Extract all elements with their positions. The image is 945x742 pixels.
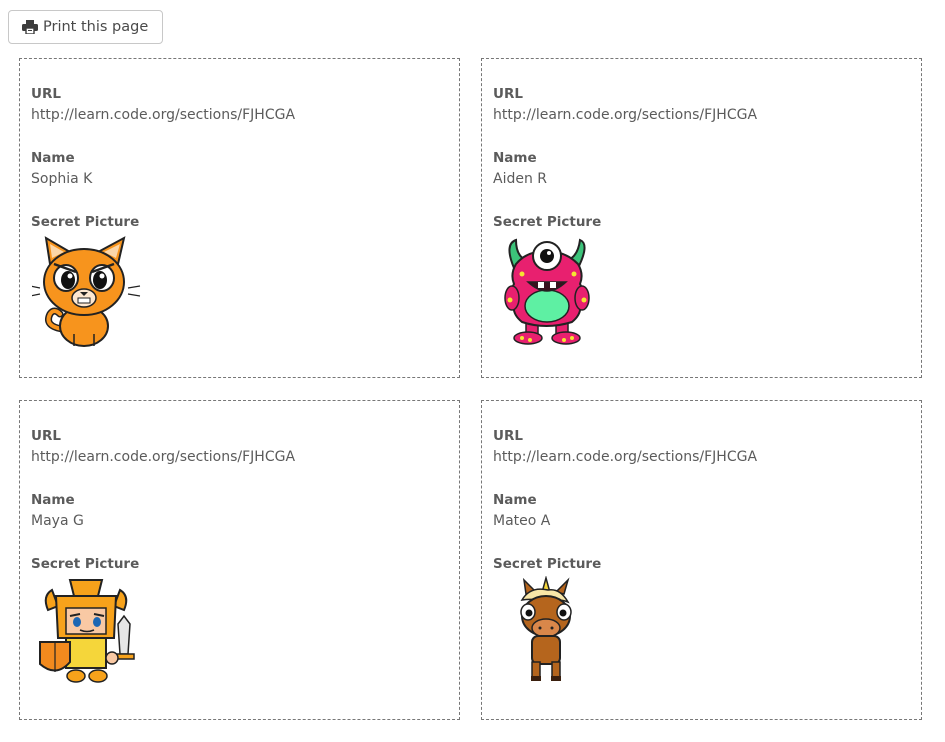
name-value: Aiden R (493, 171, 548, 187)
name-value: Mateo A (493, 513, 551, 529)
student-card: URL http://learn.code.org/sections/FJHCG… (481, 400, 922, 720)
name-label: Name (31, 492, 75, 508)
url-value: http://learn.code.org/sections/FJHCGA (31, 449, 296, 465)
unicorn-icon (494, 575, 606, 691)
name-value: Sophia K (31, 171, 93, 187)
url-value: http://learn.code.org/sections/FJHCGA (493, 449, 758, 465)
secret-picture-label: Secret Picture (31, 214, 140, 230)
url-value: http://learn.code.org/sections/FJHCGA (493, 107, 758, 123)
url-label: URL (493, 86, 523, 102)
print-page-label: Print this page (43, 19, 149, 35)
url-label: URL (493, 428, 523, 444)
name-label: Name (493, 150, 537, 166)
student-card: URL http://learn.code.org/sections/FJHCG… (19, 58, 460, 378)
knight-icon (32, 576, 144, 691)
url-value: http://learn.code.org/sections/FJHCGA (31, 107, 296, 123)
printer-icon (22, 20, 38, 35)
name-value: Maya G (31, 513, 84, 529)
url-label: URL (31, 86, 61, 102)
name-label: Name (31, 150, 75, 166)
secret-picture-label: Secret Picture (493, 556, 602, 572)
student-card: URL http://learn.code.org/sections/FJHCG… (481, 58, 922, 378)
print-page-button[interactable]: Print this page (8, 10, 163, 44)
url-label: URL (31, 428, 61, 444)
name-label: Name (493, 492, 537, 508)
monster-icon (494, 234, 606, 349)
secret-picture-label: Secret Picture (493, 214, 602, 230)
cat-icon (29, 234, 144, 349)
student-card: URL http://learn.code.org/sections/FJHCG… (19, 400, 460, 720)
secret-picture-label: Secret Picture (31, 556, 140, 572)
